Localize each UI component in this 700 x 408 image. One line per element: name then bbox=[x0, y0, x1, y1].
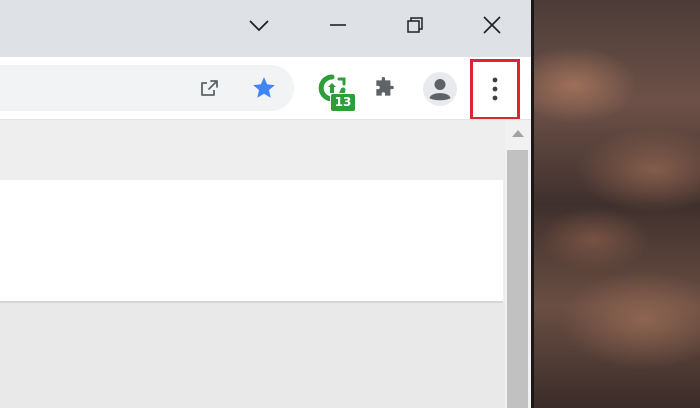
minimize-button[interactable] bbox=[316, 0, 360, 50]
vertical-scrollbar[interactable] bbox=[505, 120, 531, 408]
minimize-icon bbox=[330, 24, 346, 26]
toolbar bbox=[0, 57, 531, 120]
extension-badge: 13 bbox=[330, 93, 356, 112]
share-button[interactable] bbox=[192, 73, 226, 103]
bookmark-button[interactable] bbox=[247, 73, 281, 103]
close-button[interactable] bbox=[470, 0, 514, 50]
share-icon bbox=[201, 80, 218, 96]
chevron-down-icon bbox=[249, 20, 269, 32]
page-content bbox=[0, 120, 505, 408]
scrollbar-thumb[interactable] bbox=[507, 150, 528, 408]
content-card bbox=[0, 180, 503, 303]
close-icon bbox=[483, 16, 501, 34]
page-lower-area bbox=[0, 303, 505, 408]
menu-highlight-box bbox=[470, 59, 520, 120]
page-header-strip bbox=[0, 120, 505, 180]
person-icon bbox=[423, 72, 457, 106]
restore-icon bbox=[407, 17, 423, 33]
tab-search-button[interactable] bbox=[239, 0, 279, 50]
restore-button[interactable] bbox=[393, 0, 437, 50]
title-bar bbox=[0, 0, 531, 57]
puzzle-icon bbox=[376, 77, 394, 96]
extensions-menu-button[interactable] bbox=[368, 73, 402, 103]
browser-window: 13 bbox=[0, 0, 531, 408]
desktop-wallpaper bbox=[534, 0, 700, 408]
star-icon bbox=[253, 77, 275, 98]
profile-button[interactable] bbox=[421, 70, 459, 108]
scroll-up-arrow-icon[interactable] bbox=[512, 130, 524, 137]
